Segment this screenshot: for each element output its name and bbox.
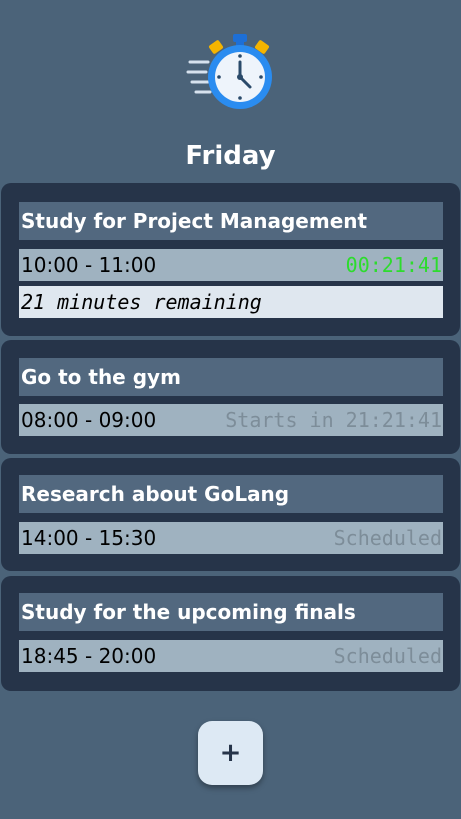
task-time-range: 08:00 - 09:00 (21, 408, 157, 432)
task-status: Scheduled (333, 644, 442, 668)
task-card[interactable]: Research about GoLang 14:00 - 15:30 Sche… (1, 458, 460, 571)
task-time-row: 18:45 - 20:00 Scheduled (19, 640, 443, 672)
task-time-row: 14:00 - 15:30 Scheduled (19, 522, 443, 554)
stopwatch-icon (186, 34, 272, 109)
task-status: Starts in 21:21:41 (225, 408, 442, 432)
task-card[interactable]: Study for Project Management 10:00 - 11:… (1, 183, 460, 336)
task-time-range: 10:00 - 11:00 (21, 253, 157, 277)
task-card[interactable]: Study for the upcoming finals 18:45 - 20… (1, 576, 460, 691)
task-card[interactable]: Go to the gym 08:00 - 09:00 Starts in 21… (1, 340, 460, 454)
task-time-row: 10:00 - 11:00 00:21:41 (19, 249, 443, 281)
task-title: Study for the upcoming finals (19, 593, 443, 631)
task-status: Scheduled (333, 526, 442, 550)
task-title: Study for Project Management (19, 202, 443, 240)
task-time-row: 08:00 - 09:00 Starts in 21:21:41 (19, 404, 443, 436)
countdown-timer: 00:21:41 (345, 253, 442, 277)
task-title: Go to the gym (19, 358, 443, 396)
task-time-range: 14:00 - 15:30 (21, 526, 157, 550)
header: Friday (0, 0, 461, 182)
day-title: Friday (185, 141, 276, 171)
task-time-range: 18:45 - 20:00 (21, 644, 157, 668)
plus-icon: + (219, 738, 242, 768)
task-title: Research about GoLang (19, 475, 443, 513)
time-remaining-text: 21 minutes remaining (19, 286, 443, 318)
add-task-button[interactable]: + (198, 721, 263, 785)
